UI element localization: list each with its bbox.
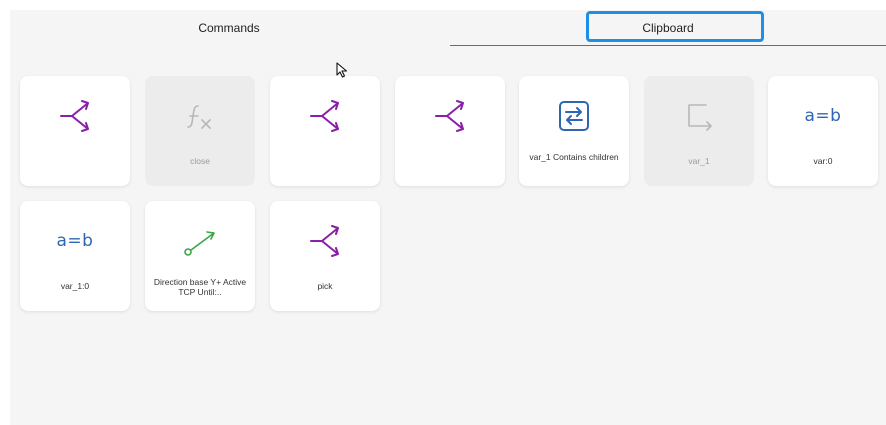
tile-caption: var_1 bbox=[688, 156, 710, 166]
clipboard-tile[interactable]: a=b var:0 bbox=[768, 76, 878, 186]
direction-icon bbox=[180, 221, 220, 261]
clipboard-tile[interactable]: pick bbox=[270, 201, 380, 311]
clipboard-tile[interactable]: var_1 bbox=[644, 76, 754, 186]
clipboard-tile[interactable]: var_1 Contains children bbox=[519, 76, 629, 186]
tile-caption: close bbox=[190, 156, 210, 166]
assign-icon: a=b bbox=[803, 96, 843, 136]
clipboard-tile[interactable] bbox=[20, 76, 130, 186]
tile-caption: var_1:0 bbox=[60, 281, 90, 291]
branch-icon bbox=[55, 96, 95, 136]
tile-caption: Direction base Y+ Active TCP Until:.. bbox=[153, 277, 247, 297]
branch-icon bbox=[305, 221, 345, 261]
assign-icon-text: a=b bbox=[804, 106, 842, 126]
branch-icon bbox=[305, 96, 345, 136]
clipboard-tile[interactable] bbox=[270, 76, 380, 186]
tab-commands-label: Commands bbox=[198, 21, 260, 35]
tile-caption: var:0 bbox=[813, 156, 833, 166]
mouse-cursor-icon bbox=[336, 62, 348, 83]
tile-caption: var_1 Contains children bbox=[529, 152, 619, 162]
clipboard-tile[interactable]: a=b var_1:0 bbox=[20, 201, 130, 311]
assign-icon-text: a=b bbox=[56, 231, 94, 251]
tab-bar: Commands Clipboard bbox=[10, 10, 886, 46]
tab-clipboard[interactable]: Clipboard bbox=[450, 10, 886, 46]
tab-commands[interactable]: Commands bbox=[10, 10, 448, 46]
function-icon bbox=[180, 96, 220, 136]
branch-icon bbox=[430, 96, 470, 136]
swap-icon bbox=[554, 96, 594, 136]
exit-arrow-icon bbox=[679, 96, 719, 136]
program-panel: Commands Clipboard close var_1 Contains … bbox=[10, 10, 886, 425]
clipboard-tile[interactable] bbox=[395, 76, 505, 186]
assign-icon: a=b bbox=[55, 221, 95, 261]
tile-caption: pick bbox=[317, 281, 333, 291]
tab-clipboard-label: Clipboard bbox=[642, 20, 694, 35]
clipboard-tile[interactable]: close bbox=[145, 76, 255, 186]
clipboard-tile[interactable]: Direction base Y+ Active TCP Until:.. bbox=[145, 201, 255, 311]
